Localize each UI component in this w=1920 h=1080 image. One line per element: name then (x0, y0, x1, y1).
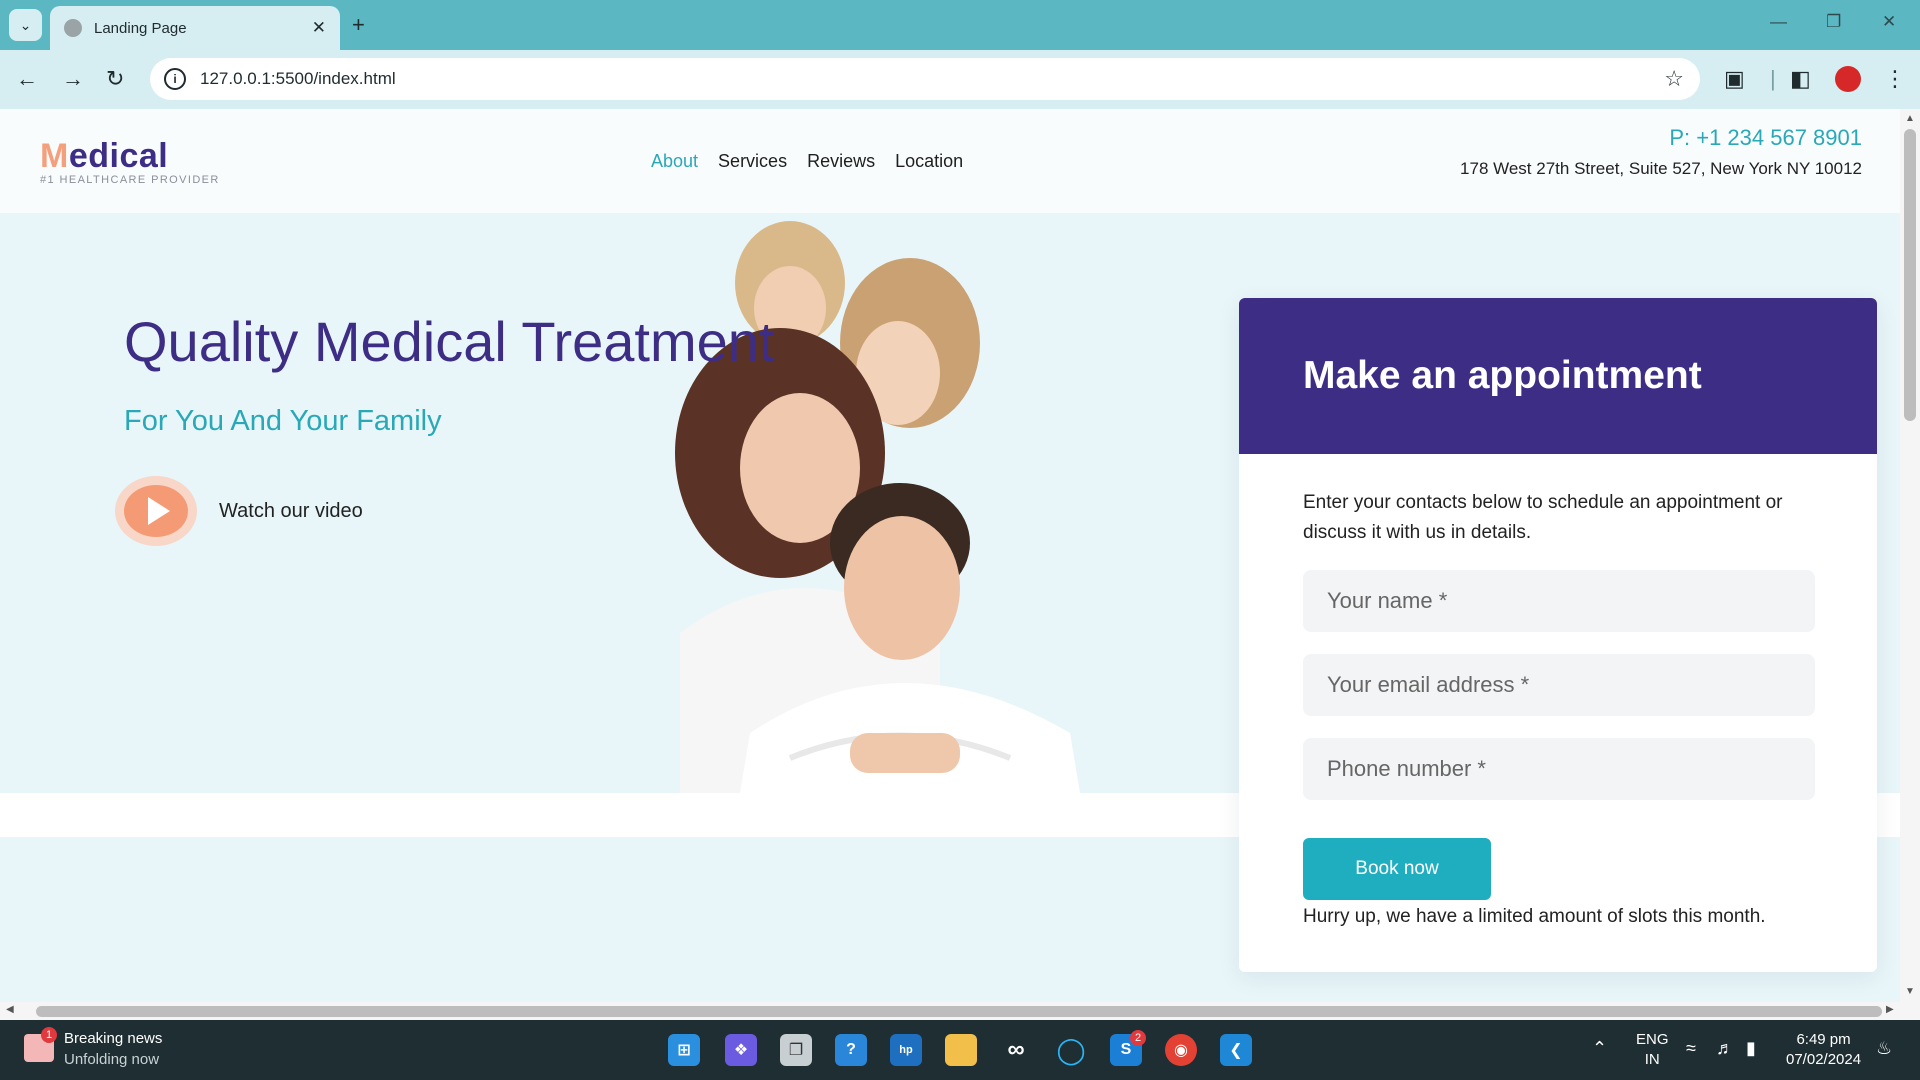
clock-time: 6:49 pm (1796, 1031, 1851, 1048)
tab-title: Landing Page (94, 19, 187, 37)
browser-tab[interactable]: Landing Page ✕ (50, 6, 340, 50)
street-address: 178 West 27th Street, Suite 527, New Yor… (1460, 159, 1862, 178)
infinity-app-icon[interactable]: ∞ (1000, 1034, 1032, 1066)
url-text[interactable]: 127.0.0.1:5500/index.html (200, 69, 1664, 89)
family-photo (675, 221, 1080, 793)
phone-number[interactable]: P: +1 234 567 8901 (1460, 125, 1862, 151)
globe-icon (64, 19, 82, 37)
main-nav: About Services Reviews Location (651, 151, 963, 172)
scroll-up-icon[interactable]: ▲ (1905, 113, 1915, 124)
clock[interactable]: 6:49 pm 07/02/2024 (1786, 1030, 1861, 1070)
phone-field[interactable] (1303, 738, 1815, 800)
slots-note: Hurry up, we have a limited amount of sl… (1303, 906, 1766, 927)
hero-subtitle: For You And Your Family (124, 405, 442, 437)
minimize-icon[interactable]: — (1770, 12, 1787, 32)
region-code: IN (1644, 1051, 1660, 1068)
appointment-title: Make an appointment (1303, 354, 1702, 397)
appointment-header: Make an appointment (1239, 298, 1877, 454)
cortana-icon[interactable]: ◯ (1055, 1034, 1087, 1066)
forward-arrow-icon[interactable]: → (62, 66, 84, 92)
file-explorer-icon[interactable] (945, 1034, 977, 1066)
address-bar[interactable]: i 127.0.0.1:5500/index.html ☆ (150, 58, 1700, 100)
volume-icon[interactable]: ♬ (1716, 1038, 1734, 1059)
tab-search-button[interactable]: ⌄ (9, 9, 42, 41)
vscode-icon[interactable]: ❮ (1220, 1034, 1252, 1066)
book-now-button[interactable]: Book now (1303, 838, 1491, 900)
toolbar-divider: | (1770, 66, 1776, 91)
news-badge: 1 (41, 1027, 57, 1043)
extensions-icon[interactable]: ▣ (1724, 66, 1745, 92)
chrome-icon[interactable]: ◉ (1165, 1034, 1197, 1066)
scroll-right-icon[interactable]: ▶ (1886, 1004, 1894, 1015)
language-indicator[interactable]: ENG IN (1636, 1030, 1669, 1070)
browser-toolbar: ← → ↻ i 127.0.0.1:5500/index.html ☆ ▣ | … (0, 50, 1920, 109)
notifications-bell-icon[interactable]: ♨ (1876, 1038, 1892, 1059)
site-logo[interactable]: Medical #1 HEALTHCARE PROVIDER (40, 137, 220, 186)
play-icon (124, 485, 188, 537)
horizontal-scrollbar[interactable]: ◀ ▶ (0, 1002, 1900, 1020)
site-header: Medical #1 HEALTHCARE PROVIDER About Ser… (0, 109, 1900, 213)
side-panel-icon[interactable]: ◧ (1790, 66, 1811, 92)
battery-icon[interactable]: ▮ (1746, 1038, 1756, 1059)
site-info-icon[interactable]: i (164, 68, 186, 90)
appointment-card: Make an appointment Enter your contacts … (1239, 298, 1877, 972)
help-icon[interactable]: ? (835, 1034, 867, 1066)
name-field[interactable] (1303, 570, 1815, 632)
nav-link-services[interactable]: Services (718, 151, 787, 172)
vertical-scroll-thumb[interactable] (1904, 129, 1916, 421)
scroll-left-icon[interactable]: ◀ (6, 1004, 14, 1015)
skype-badge: 2 (1130, 1030, 1146, 1046)
appointment-description: Enter your contacts below to schedule an… (1303, 492, 1783, 543)
email-field[interactable] (1303, 654, 1815, 716)
page-viewport: Medical #1 HEALTHCARE PROVIDER About Ser… (0, 109, 1900, 1002)
show-hidden-icons[interactable]: ⌃ (1592, 1038, 1607, 1059)
back-arrow-icon[interactable]: ← (16, 66, 38, 92)
myhp-icon[interactable]: hp (890, 1034, 922, 1066)
scroll-down-icon[interactable]: ▼ (1905, 986, 1915, 997)
scrollbar-corner (1900, 1002, 1920, 1020)
nav-link-reviews[interactable]: Reviews (807, 151, 875, 172)
news-subtitle: Unfolding now (64, 1051, 160, 1068)
news-title[interactable]: Breaking news (64, 1030, 162, 1047)
profile-avatar[interactable] (1835, 66, 1861, 92)
copilot-icon[interactable]: ❖ (725, 1034, 757, 1066)
restore-icon[interactable]: ❐ (1826, 12, 1841, 32)
logo-tagline: #1 HEALTHCARE PROVIDER (40, 174, 220, 186)
vertical-scrollbar[interactable]: ▲ ▼ (1900, 109, 1920, 1002)
play-video-button[interactable] (115, 476, 197, 546)
taskbar: 1 Breaking news Unfolding now ⊞ ❖ ❐ ? hp… (0, 1020, 1920, 1080)
bookmark-star-icon[interactable]: ☆ (1664, 66, 1684, 92)
window-close-icon[interactable]: ✕ (1882, 12, 1896, 32)
wifi-icon[interactable]: ≈ (1686, 1038, 1696, 1059)
logo-first-letter: M (40, 137, 69, 175)
new-tab-button[interactable]: + (352, 12, 365, 38)
logo-rest: edical (68, 137, 169, 175)
contact-info: P: +1 234 567 8901 178 West 27th Street,… (1460, 125, 1862, 179)
browser-tab-bar: ⌄ Landing Page ✕ + — ❐ ✕ (0, 0, 1920, 50)
nav-link-location[interactable]: Location (895, 151, 963, 172)
horizontal-scroll-thumb[interactable] (36, 1006, 1882, 1017)
chevron-down-icon: ⌄ (19, 16, 32, 33)
language-code: ENG (1636, 1031, 1669, 1048)
kebab-menu-icon[interactable]: ⋮ (1884, 66, 1906, 92)
appointment-form: Enter your contacts below to schedule an… (1239, 454, 1877, 928)
reload-icon[interactable]: ↻ (106, 66, 124, 92)
hero-title: Quality Medical Treatment (124, 310, 775, 373)
windows-start-icon[interactable]: ⊞ (668, 1034, 700, 1066)
clock-date: 07/02/2024 (1786, 1051, 1862, 1068)
watch-video-label[interactable]: Watch our video (219, 500, 363, 523)
task-view-icon[interactable]: ❐ (780, 1034, 812, 1066)
close-icon[interactable]: ✕ (312, 18, 326, 38)
nav-link-about[interactable]: About (651, 151, 698, 172)
